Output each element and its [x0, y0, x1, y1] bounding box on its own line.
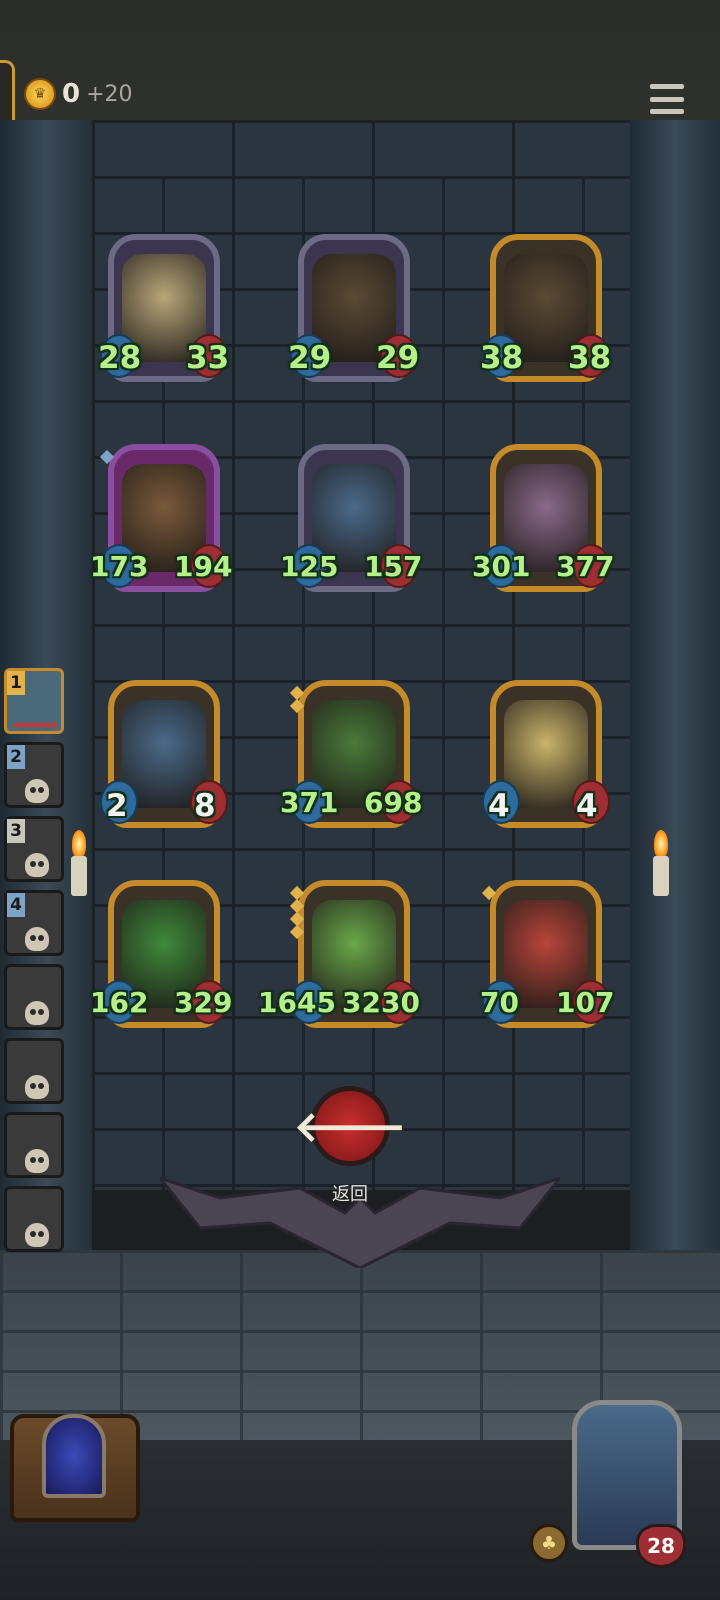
- skull-icon: [25, 1149, 49, 1173]
- enemy-card[interactable]: 162 329: [90, 880, 232, 1028]
- attack-value: 28: [98, 340, 142, 376]
- enemy-card[interactable]: 70 107: [480, 880, 614, 1028]
- turn-slot[interactable]: [4, 1112, 64, 1178]
- hero-hp-badge: 28: [636, 1524, 686, 1568]
- attack-value: 1645: [258, 986, 336, 1019]
- health-value: 4: [576, 788, 598, 824]
- skull-icon: [25, 853, 49, 877]
- turn-slot[interactable]: [4, 964, 64, 1030]
- health-value: 38: [568, 340, 612, 376]
- attack-value: 38: [480, 340, 524, 376]
- enemy-card[interactable]: 28 33: [98, 234, 229, 382]
- health-value: 157: [364, 550, 423, 583]
- turn-slot[interactable]: [4, 1038, 64, 1104]
- turn-slot[interactable]: [4, 1186, 64, 1252]
- skull-icon: [25, 1075, 49, 1099]
- arrow-left-icon: 🡐: [293, 1101, 407, 1151]
- gold-bonus: +20: [86, 81, 133, 107]
- right-pillar: [630, 120, 720, 1270]
- skull-icon: [25, 1223, 49, 1247]
- gold-coin-icon: ♛: [24, 78, 56, 110]
- turn-number-badge: 2: [7, 745, 25, 769]
- attack-value: 4: [488, 788, 510, 824]
- skull-icon: [25, 1001, 49, 1025]
- torch-icon: [66, 830, 92, 900]
- health-value: 107: [556, 986, 615, 1019]
- health-value: 377: [556, 550, 615, 583]
- skull-icon: [25, 779, 49, 803]
- attack-value: 301: [472, 550, 531, 583]
- attack-value: 371: [280, 786, 339, 819]
- bell-icon[interactable]: ♣: [530, 1524, 568, 1562]
- enemy-card[interactable]: 173 194: [90, 444, 232, 592]
- enemy-card[interactable]: 1645 3230: [258, 880, 420, 1028]
- attack-value: 29: [288, 340, 332, 376]
- portal-icon: [42, 1414, 106, 1498]
- turn-number-badge: 1: [7, 671, 25, 695]
- rank-pip-icon: [99, 449, 115, 465]
- turn-slot[interactable]: 2: [4, 742, 64, 808]
- health-value: 698: [364, 786, 423, 819]
- attack-value: 162: [90, 986, 149, 1019]
- rank-pip-icon: [289, 685, 305, 714]
- menu-icon[interactable]: [650, 84, 684, 114]
- enemy-card[interactable]: 125 157: [280, 444, 422, 592]
- health-value: 329: [174, 986, 233, 1019]
- turn-slot[interactable]: 3: [4, 816, 64, 882]
- gold-counter: ♛ 0 +20: [24, 78, 133, 110]
- turn-number-badge: 4: [7, 893, 25, 917]
- chest-button[interactable]: [10, 1414, 140, 1522]
- enemy-card[interactable]: 371 698: [280, 680, 422, 828]
- turn-slot[interactable]: 1: [4, 668, 64, 734]
- health-value: 33: [186, 340, 230, 376]
- torch-icon: [648, 830, 674, 900]
- back-button[interactable]: 🡐: [294, 1086, 406, 1166]
- health-value: 8: [194, 788, 216, 824]
- attack-value: 2: [106, 788, 128, 824]
- health-bar: [13, 723, 57, 727]
- turn-slot[interactable]: 4: [4, 890, 64, 956]
- skull-icon: [25, 927, 49, 951]
- enemy-card[interactable]: 29 29: [288, 234, 419, 382]
- rank-pip-icon: [289, 885, 305, 940]
- back-label: 返回: [332, 1184, 368, 1205]
- health-value: 29: [376, 340, 420, 376]
- enemy-card[interactable]: 28: [100, 680, 228, 828]
- rank-pip-icon: [481, 885, 497, 901]
- enemy-card[interactable]: 301 377: [472, 444, 614, 592]
- attack-value: 125: [280, 550, 339, 583]
- attack-value: 173: [90, 550, 149, 583]
- health-value: 194: [174, 550, 233, 583]
- enemy-card[interactable]: 44: [482, 680, 610, 828]
- turn-number-badge: 3: [7, 819, 25, 843]
- health-value: 3230: [342, 986, 420, 1019]
- hero-hp-value: 28: [647, 1534, 675, 1558]
- attack-value: 70: [480, 986, 519, 1019]
- gold-value: 0: [62, 79, 81, 109]
- enemy-card[interactable]: 38 38: [480, 234, 611, 382]
